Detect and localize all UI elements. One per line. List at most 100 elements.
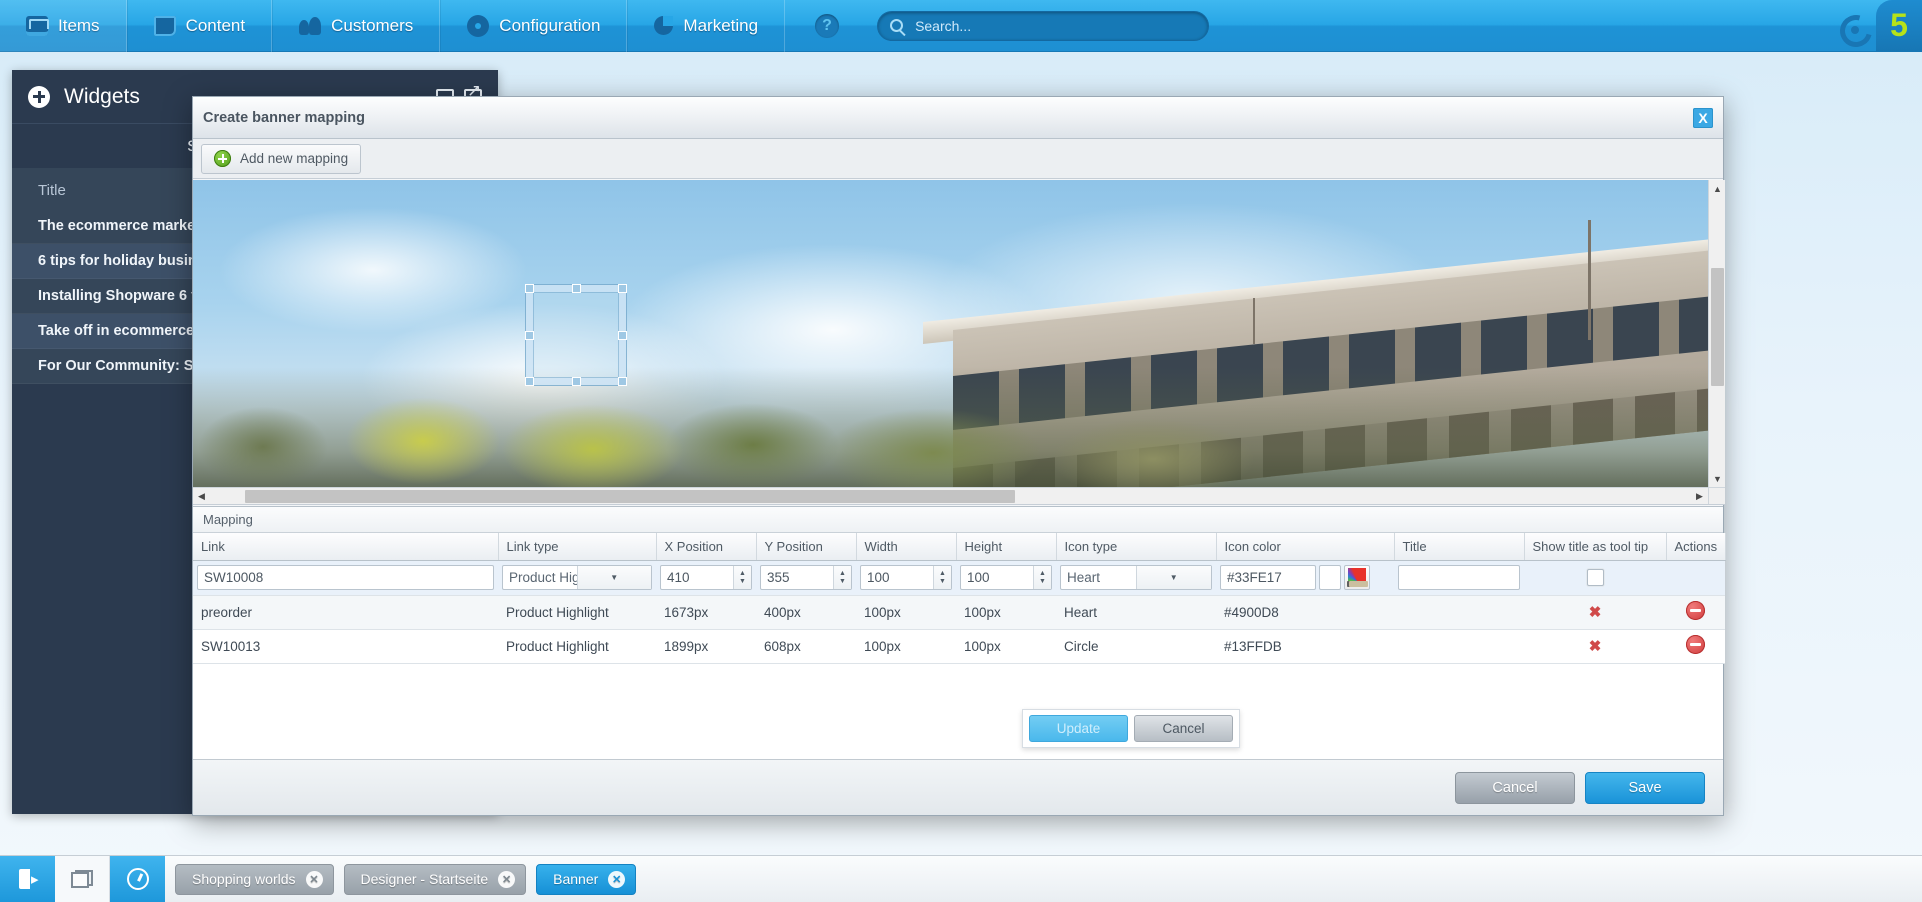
column-header-x-position[interactable]: X Position [656, 533, 757, 561]
resize-handle-ne[interactable] [619, 285, 626, 292]
windows-icon[interactable] [55, 855, 110, 902]
gauge-icon[interactable] [110, 855, 165, 902]
gauge-glyph-icon [126, 868, 149, 890]
task-designer-startseite[interactable]: Designer - Startseite ✕ [343, 863, 527, 895]
link-type-select[interactable]: Product Highlight ▼ [502, 565, 652, 590]
x-position-input[interactable] [661, 570, 733, 585]
y-position-stepper[interactable]: ▲▼ [760, 565, 852, 590]
scroll-left-icon[interactable]: ◀ [193, 488, 210, 504]
horizontal-scroll-thumb[interactable] [245, 490, 1015, 503]
chevron-down-icon[interactable]: ▼ [576, 566, 651, 589]
nav-item-configuration[interactable]: Configuration [440, 0, 628, 52]
cell-actions [1666, 629, 1725, 664]
title-input[interactable] [1398, 565, 1520, 590]
update-button[interactable]: Update [1029, 715, 1128, 742]
logout-icon[interactable] [0, 855, 55, 902]
cell-link-type: Product Highlight [498, 629, 656, 664]
delete-x-icon[interactable]: ✖ [1589, 604, 1602, 621]
table-header-row: Link Link type X Position Y Position Wid… [193, 533, 1726, 561]
close-icon[interactable]: X [1693, 107, 1713, 128]
close-icon[interactable]: ✕ [498, 870, 516, 888]
icon-color-input[interactable] [1220, 565, 1316, 590]
task-shopping-worlds[interactable]: Shopping worlds ✕ [175, 863, 334, 895]
column-header-link-type[interactable]: Link type [498, 533, 657, 561]
gear-icon [470, 17, 487, 34]
cell-delete-x: ✖ [1524, 629, 1666, 664]
cancel-button[interactable]: Cancel [1455, 771, 1575, 804]
column-header-height[interactable]: Height [956, 533, 1057, 561]
column-header-icon-color[interactable]: Icon color [1216, 533, 1395, 561]
column-header-actions[interactable]: Actions [1666, 533, 1726, 561]
resize-handle-s[interactable] [573, 378, 580, 385]
table-row[interactable]: preorder Product Highlight 1673px 400px … [193, 595, 1725, 630]
width-input[interactable] [861, 570, 933, 585]
link-input[interactable] [197, 565, 494, 590]
y-position-input[interactable] [761, 570, 833, 585]
column-header-link[interactable]: Link [193, 533, 499, 561]
task-banner[interactable]: Banner ✕ [536, 863, 637, 895]
banner-image[interactable] [193, 180, 1708, 487]
nav-label: Items [58, 15, 100, 35]
mapping-grid: Mapping Link Link type X Position Y Posi… [193, 506, 1726, 761]
cancel-row-button[interactable]: Cancel [1134, 715, 1233, 742]
resize-handle-e[interactable] [619, 332, 626, 339]
remove-mapping-icon[interactable] [1686, 635, 1705, 654]
x-position-stepper[interactable]: ▲▼ [660, 565, 752, 590]
resize-handle-sw[interactable] [526, 378, 533, 385]
cell-icon-color [1216, 560, 1394, 596]
stepper-arrows[interactable]: ▲ ▼ [833, 566, 851, 589]
column-header-width[interactable]: Width [856, 533, 957, 561]
add-new-mapping-button[interactable]: Add new mapping [201, 143, 362, 174]
shopware-logo-icon [1834, 7, 1872, 45]
stepper-arrows[interactable]: ▲ ▼ [1033, 566, 1051, 589]
column-header-show-tooltip[interactable]: Show title as tool tip [1524, 533, 1667, 561]
horizontal-scrollbar[interactable]: ◀ ▶ [193, 487, 1708, 504]
resize-handle-n[interactable] [573, 285, 580, 292]
close-icon[interactable]: ✕ [608, 870, 626, 888]
width-stepper[interactable]: ▲▼ [860, 565, 952, 590]
stepper-arrows[interactable]: ▲ ▼ [933, 566, 951, 589]
table-edit-row: Product Highlight ▼ ▲▼ [193, 560, 1725, 596]
stepper-arrows[interactable]: ▲ ▼ [733, 566, 751, 589]
pie-chart-icon [654, 16, 674, 35]
scroll-down-icon[interactable]: ▼ [1709, 470, 1725, 487]
chevron-down-icon[interactable]: ▼ [1135, 566, 1211, 589]
height-input[interactable] [961, 570, 1033, 585]
grid-caption: Mapping [193, 507, 1723, 533]
column-header-icon-type[interactable]: Icon type [1056, 533, 1217, 561]
cell-height: 100px [956, 629, 1056, 664]
global-search[interactable] [877, 10, 1210, 41]
nav-item-items[interactable]: Items [0, 0, 127, 52]
dialog-toolbar: Add new mapping [193, 139, 1723, 179]
remove-mapping-icon[interactable] [1686, 601, 1705, 620]
scroll-up-icon[interactable]: ▲ [1709, 180, 1725, 197]
close-icon[interactable]: ✕ [305, 870, 323, 888]
delete-x-icon[interactable]: ✖ [1589, 638, 1602, 655]
color-palette-icon[interactable] [1344, 565, 1370, 590]
nav-item-customers[interactable]: Customers [272, 0, 441, 52]
nav-item-content[interactable]: Content [126, 0, 273, 52]
cell-y-position: ▲▼ [756, 560, 856, 596]
dialog-footer: Cancel Save [193, 759, 1723, 815]
plus-icon[interactable] [28, 85, 50, 108]
icon-type-select[interactable]: Heart ▼ [1060, 565, 1212, 590]
cell-link-type: Product Highlight [498, 595, 656, 630]
vertical-scrollbar[interactable]: ▲ ▼ [1708, 180, 1725, 487]
resize-handle-w[interactable] [526, 332, 533, 339]
nav-item-marketing[interactable]: Marketing [627, 0, 786, 52]
column-header-title[interactable]: Title [1394, 533, 1525, 561]
mapping-selection-box[interactable] [526, 285, 626, 385]
search-input[interactable] [913, 16, 1197, 35]
resize-handle-nw[interactable] [526, 285, 533, 292]
resize-handle-se[interactable] [619, 378, 626, 385]
taskbar: Shopping worlds ✕ Designer - Startseite … [0, 855, 1922, 902]
column-header-y-position[interactable]: Y Position [756, 533, 857, 561]
save-button[interactable]: Save [1585, 771, 1705, 804]
nav-label: Marketing [683, 15, 759, 35]
vertical-scroll-thumb[interactable] [1711, 268, 1724, 386]
help-icon[interactable]: ? [815, 13, 840, 38]
show-tooltip-checkbox[interactable] [1586, 569, 1604, 586]
scroll-right-icon[interactable]: ▶ [1691, 488, 1708, 504]
table-row[interactable]: SW10013 Product Highlight 1899px 608px 1… [193, 629, 1725, 664]
height-stepper[interactable]: ▲▼ [960, 565, 1052, 590]
